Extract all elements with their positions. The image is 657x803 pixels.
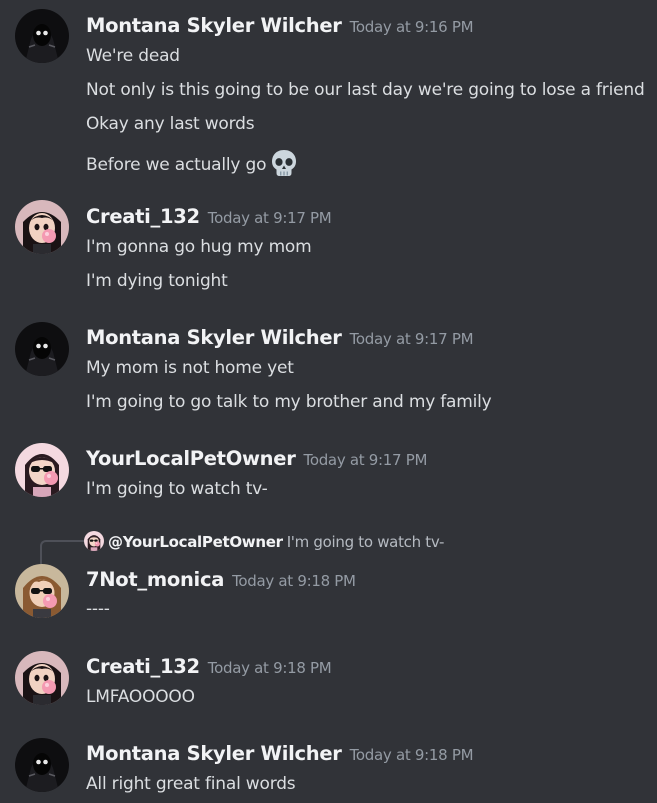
message-header: YourLocalPetOwner Today at 9:17 PM (86, 446, 427, 472)
message-text: We're dead (86, 46, 180, 66)
message-author[interactable]: Creati_132 (86, 205, 200, 228)
avatar[interactable] (15, 564, 69, 618)
message-text: Not only is this going to be our last da… (86, 80, 645, 100)
avatar[interactable] (15, 738, 69, 792)
message-author[interactable]: YourLocalPetOwner (86, 447, 296, 470)
message-timestamp: Today at 9:16 PM (349, 18, 474, 36)
message-text: All right great final words (86, 774, 296, 794)
message-header: Montana Skyler Wilcher Today at 9:16 PM (86, 13, 474, 39)
message-text: I'm gonna go hug my mom (86, 237, 312, 257)
message-author[interactable]: 7Not_monica (86, 568, 224, 591)
brown-hair-sunglasses-avatar-icon (15, 564, 69, 618)
message-text: I'm going to watch tv- (86, 479, 268, 499)
chat-message-list: Montana Skyler Wilcher Today at 9:16 PM W… (0, 0, 657, 803)
message-timestamp: Today at 9:18 PM (349, 746, 474, 764)
message-author[interactable]: Montana Skyler Wilcher (86, 326, 342, 349)
pink-sunglasses-avatar-icon (84, 531, 104, 551)
avatar[interactable] (15, 322, 69, 376)
message-text: My mom is not home yet (86, 358, 294, 378)
message-timestamp: Today at 9:17 PM (303, 451, 428, 469)
message-text: Before we actually go (86, 155, 267, 175)
message-timestamp: Today at 9:18 PM (232, 572, 356, 590)
dark-hooded-figure-avatar-icon (15, 9, 69, 63)
reply-preview[interactable]: @YourLocalPetOwner I'm going to watch tv- (84, 531, 444, 553)
message-timestamp: Today at 9:17 PM (207, 209, 332, 227)
dark-hooded-figure-avatar-icon (15, 738, 69, 792)
message-author[interactable]: Montana Skyler Wilcher (86, 14, 342, 37)
girl-bubblegum-avatar-icon (15, 200, 69, 254)
message-text: ---- (86, 599, 110, 619)
message-header: Montana Skyler Wilcher Today at 9:17 PM (86, 325, 474, 351)
girl-bubblegum-avatar-icon (15, 651, 69, 705)
message-timestamp: Today at 9:17 PM (349, 330, 474, 348)
avatar[interactable] (15, 200, 69, 254)
reply-connector (40, 540, 84, 564)
message-text: I'm dying tonight (86, 271, 228, 291)
pink-sunglasses-avatar-icon (15, 443, 69, 497)
message-text-line: Before we actually go (86, 148, 299, 178)
skull-emoji-icon (272, 150, 297, 176)
message-header: Creati_132 Today at 9:18 PM (86, 654, 332, 680)
message-header: 7Not_monica Today at 9:18 PM (86, 567, 356, 593)
message-header: Creati_132 Today at 9:17 PM (86, 204, 332, 230)
message-timestamp: Today at 9:18 PM (207, 659, 332, 677)
message-author[interactable]: Creati_132 (86, 655, 200, 678)
message-text: Okay any last words (86, 114, 255, 134)
avatar[interactable] (15, 9, 69, 63)
message-text: LMFAOOOOO (86, 687, 195, 707)
reply-avatar (84, 531, 104, 551)
reply-text[interactable]: I'm going to watch tv- (287, 533, 445, 551)
avatar[interactable] (15, 651, 69, 705)
reply-author[interactable]: @YourLocalPetOwner (108, 533, 283, 551)
message-text: I'm going to go talk to my brother and m… (86, 392, 492, 412)
dark-hooded-figure-avatar-icon (15, 322, 69, 376)
message-header: Montana Skyler Wilcher Today at 9:18 PM (86, 741, 474, 767)
message-author[interactable]: Montana Skyler Wilcher (86, 742, 342, 765)
avatar[interactable] (15, 443, 69, 497)
